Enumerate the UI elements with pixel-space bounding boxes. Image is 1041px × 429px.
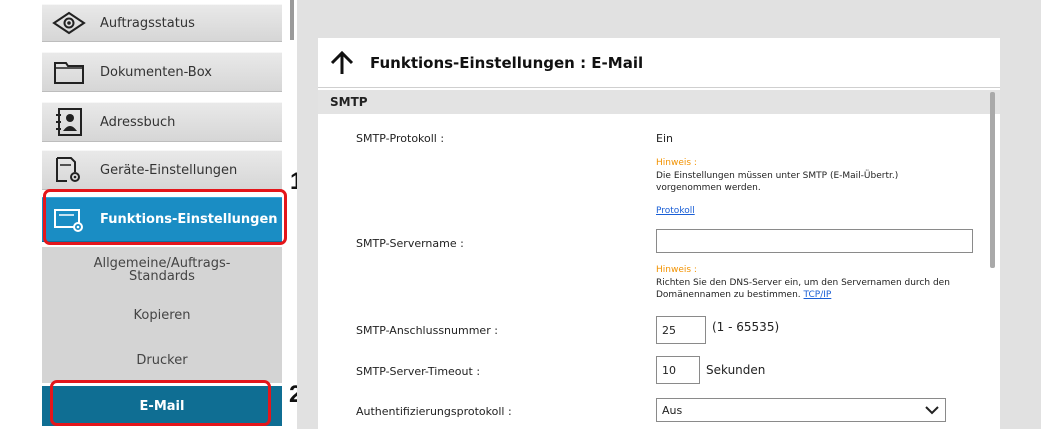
- sidebar-scrollbar[interactable]: [290, 0, 294, 40]
- sidebar-subitem-label: Allgemeine/Auftrags-Standards: [93, 256, 231, 284]
- hint-link-row-1: Protokoll: [656, 205, 956, 217]
- smtp-timeout-input[interactable]: 10: [656, 356, 700, 384]
- sidebar-subitem-kopieren[interactable]: Kopieren: [42, 293, 282, 337]
- sidebar-item-adressbuch[interactable]: Adressbuch: [42, 102, 282, 142]
- arrow-up-icon[interactable]: [328, 49, 356, 77]
- hint-body-1: Die Einstellungen müssen unter SMTP (E-M…: [656, 171, 899, 193]
- auth-protocol-value: Aus: [662, 403, 683, 417]
- eye-icon: [52, 9, 86, 37]
- sidebar-item-label: Geräte-Einstellungen: [100, 162, 238, 178]
- chevron-down-icon: [925, 404, 939, 416]
- smtp-timeout-unit: Sekunden: [706, 363, 766, 377]
- sidebar-subitem-allgemeine[interactable]: Allgemeine/Auftrags-Standards: [42, 247, 282, 293]
- smtp-protocol-value: Ein: [656, 132, 673, 145]
- folder-icon: [52, 58, 86, 86]
- sidebar-item-label: Dokumenten-Box: [100, 64, 212, 80]
- sidebar-subitem-drucker[interactable]: Drucker: [42, 337, 282, 383]
- hint-text-2: Richten Sie den DNS-Server ein, um den S…: [656, 277, 956, 301]
- protokoll-link[interactable]: Protokoll: [656, 206, 695, 216]
- address-book-icon: [52, 108, 86, 136]
- hint-text-1: Die Einstellungen müssen unter SMTP (E-M…: [656, 170, 956, 194]
- auth-protocol-select[interactable]: Aus: [656, 398, 946, 422]
- sidebar-item-label: Auftragsstatus: [100, 15, 195, 31]
- sidebar-subitem-label: Drucker: [136, 352, 188, 368]
- hint-title-2: Hinweis :: [656, 265, 697, 275]
- smtp-servername-input[interactable]: [656, 229, 973, 253]
- smtp-protocol-label: SMTP-Protokoll :: [356, 132, 445, 145]
- sidebar-subitem-label: Kopieren: [133, 307, 191, 323]
- smtp-port-input[interactable]: 25: [656, 316, 706, 344]
- callout-box-1: [43, 189, 287, 245]
- auth-protocol-label: Authentifizierungsprotokoll :: [356, 405, 512, 418]
- panel-header: Funktions-Einstellungen : E-Mail: [318, 38, 1000, 88]
- hint-title-1: Hinweis :: [656, 158, 697, 168]
- page-title: Funktions-Einstellungen : E-Mail: [370, 53, 644, 72]
- sidebar-item-dokumenten-box[interactable]: Dokumenten-Box: [42, 52, 282, 92]
- smtp-port-label: SMTP-Anschlussnummer :: [356, 324, 498, 337]
- smtp-timeout-label: SMTP-Server-Timeout :: [356, 365, 481, 378]
- sidebar-item-label: Adressbuch: [100, 114, 176, 130]
- section-header-smtp: SMTP: [318, 90, 1000, 114]
- sidebar-item-geraete-einstellungen[interactable]: Geräte-Einstellungen: [42, 150, 282, 190]
- panel-scrollbar[interactable]: [990, 92, 995, 268]
- callout-box-2: [50, 380, 271, 426]
- smtp-servername-label: SMTP-Servername :: [356, 237, 464, 250]
- smtp-port-range: (1 - 65535): [712, 320, 780, 334]
- sidebar-item-auftragsstatus[interactable]: Auftragsstatus: [42, 4, 282, 42]
- device-settings-icon: [52, 156, 86, 184]
- tcpip-link[interactable]: TCP/IP: [804, 290, 832, 300]
